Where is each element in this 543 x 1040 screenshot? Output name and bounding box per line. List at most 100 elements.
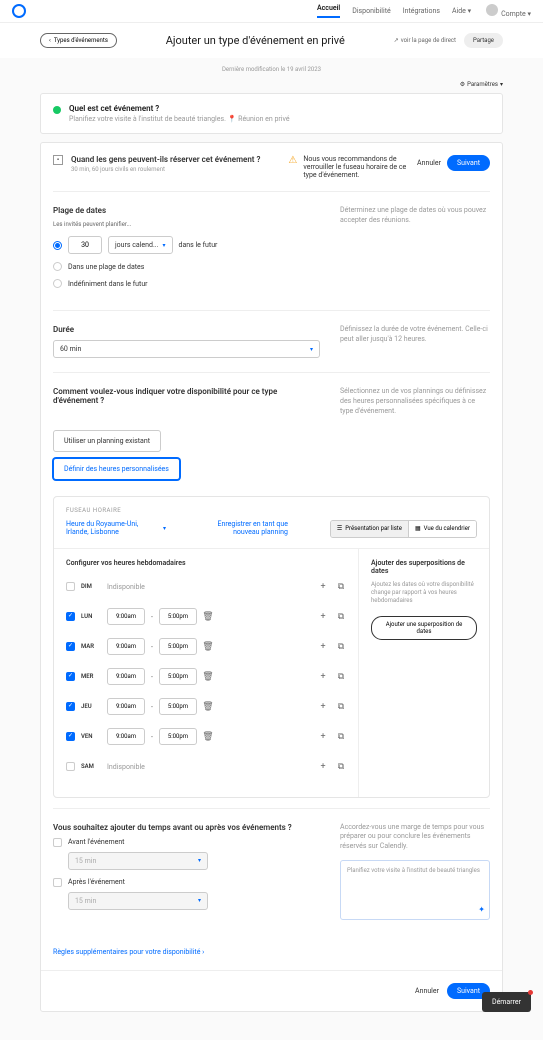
plus-icon[interactable]: + — [318, 732, 328, 742]
event-question: Quel est cet événement ? — [69, 104, 290, 113]
logo[interactable] — [12, 4, 26, 18]
start-time-input[interactable] — [107, 608, 145, 625]
day-checkbox[interactable] — [66, 702, 75, 711]
day-checkbox[interactable] — [66, 672, 75, 681]
trash-icon[interactable]: 🗑 — [203, 672, 213, 682]
start-time-input[interactable] — [107, 728, 145, 745]
copy-icon[interactable]: ⧉ — [336, 642, 346, 652]
event-summary-row[interactable]: Quel est cet événement ? Planifiez votre… — [41, 94, 502, 133]
plus-icon[interactable]: + — [318, 702, 328, 712]
day-label: MER — [81, 673, 101, 680]
plus-icon[interactable]: + — [318, 612, 328, 622]
copy-icon[interactable]: ⧉ — [336, 702, 346, 712]
trash-icon[interactable]: 🗑 — [203, 612, 213, 622]
cancel-button[interactable]: Annuler — [417, 159, 441, 167]
before-checkbox[interactable] — [53, 838, 62, 847]
trash-icon[interactable]: 🗑 — [203, 702, 213, 712]
copy-icon[interactable]: ⧉ — [336, 612, 346, 622]
view-page-link[interactable]: ↗voir la page de direct — [394, 37, 456, 44]
before-label: Avant l'événement — [68, 838, 124, 846]
list-icon: ☰ — [337, 525, 342, 532]
day-checkbox[interactable] — [66, 642, 75, 651]
event-subtitle: Planifiez votre visite à l'institut de b… — [69, 115, 290, 123]
day-label: SAM — [81, 763, 101, 770]
add-overlay-button[interactable]: Ajouter une superposition de dates — [371, 616, 477, 640]
date-range-heading: Plage de dates — [53, 206, 320, 215]
days-input[interactable] — [68, 236, 102, 254]
day-row-sam: SAM Indisponible + ⧉ — [66, 757, 346, 777]
warning-icon: ⚠ — [288, 155, 297, 166]
back-button[interactable]: ‹ Types d'événements — [40, 33, 117, 48]
end-time-input[interactable] — [159, 668, 197, 685]
day-label: JEU — [81, 703, 101, 710]
radio-rolling-days[interactable] — [53, 241, 62, 250]
copy-icon[interactable]: ⧉ — [336, 732, 346, 742]
future-label: dans le futur — [179, 241, 218, 249]
next-button[interactable]: Suivant — [447, 155, 490, 171]
page-title: Ajouter un type d'événement en privé — [117, 34, 394, 47]
nav-availability[interactable]: Disponibilité — [352, 7, 390, 15]
day-row-jeu: JEU-🗑+⧉ — [66, 697, 346, 717]
radio-date-range[interactable] — [53, 262, 62, 271]
set-custom-hours[interactable]: Définir des heures personnalisées — [53, 458, 180, 480]
panel-subtitle: 30 min, 60 jours civils en roulement — [71, 166, 260, 173]
date-range-hint: Les invités peuvent planifier... — [53, 221, 320, 228]
copy-icon[interactable]: ⧉ — [336, 582, 346, 592]
days-unit-select[interactable]: jours calend... — [108, 236, 173, 254]
footer-cancel-button[interactable]: Annuler — [415, 987, 439, 995]
unavailable-label: Indisponible — [107, 763, 312, 771]
availability-heading: Comment voulez-vous indiquer votre dispo… — [53, 387, 320, 405]
last-modified: Dernière modification le 19 avril 2023 — [0, 58, 543, 81]
use-existing-schedule[interactable]: Utiliser un planning existant — [53, 430, 161, 452]
radio-indefinite[interactable] — [53, 279, 62, 288]
trash-icon[interactable]: 🗑 — [203, 642, 213, 652]
event-color-dot — [53, 106, 61, 114]
after-duration-select[interactable]: 15 min — [68, 892, 208, 910]
timezone-select[interactable]: Heure du Royaume-Uni, Irlande, Lisbonne — [66, 520, 166, 536]
nav-account[interactable]: Compte ▾ — [483, 4, 531, 18]
end-time-input[interactable] — [159, 638, 197, 655]
share-button[interactable]: Partage — [464, 33, 503, 48]
day-label: LUN — [81, 613, 101, 620]
day-checkbox[interactable] — [66, 612, 75, 621]
note-box[interactable]: Planifiez votre visite à l'institut de b… — [340, 860, 490, 920]
overlays-heading: Ajouter des superpositions de dates — [371, 559, 477, 575]
additional-rules-link[interactable]: Règles supplémentaires pour votre dispon… — [53, 934, 490, 970]
end-time-input[interactable] — [159, 698, 197, 715]
copy-icon[interactable]: ⧉ — [336, 672, 346, 682]
settings-button[interactable]: ⚙ Paramètres ▾ — [460, 81, 503, 88]
day-checkbox[interactable] — [66, 582, 75, 591]
day-checkbox[interactable] — [66, 732, 75, 741]
list-view-button[interactable]: ☰Présentation par liste — [331, 521, 408, 536]
after-label: Après l'événement — [68, 878, 125, 886]
buffer-heading: Vous souhaitez ajouter du temps avant ou… — [53, 823, 320, 832]
day-checkbox[interactable] — [66, 762, 75, 771]
external-icon: ↗ — [394, 37, 399, 44]
end-time-input[interactable] — [159, 728, 197, 745]
date-range-desc: Déterminez une plage de dates où vous po… — [340, 206, 490, 296]
end-time-input[interactable] — [159, 608, 197, 625]
save-as-schedule-link[interactable]: Enregistrer en tant que nouveau planning — [208, 520, 288, 536]
before-duration-select[interactable]: 15 min — [68, 852, 208, 870]
calendar-view-button[interactable]: ▦Vue du calendrier — [408, 521, 476, 536]
copy-icon[interactable]: ⧉ — [336, 762, 346, 772]
duration-select[interactable]: 60 min — [53, 340, 320, 358]
nav-help[interactable]: Aide ▾ — [452, 7, 471, 15]
timezone-label: FUSEAU HORAIRE — [66, 507, 477, 514]
after-checkbox[interactable] — [53, 878, 62, 887]
nav-home[interactable]: Accueil — [317, 4, 340, 18]
chat-button[interactable]: Démarrer — [482, 992, 531, 1012]
day-row-dim: DIMIndisponible+⧉ — [66, 577, 346, 597]
plus-icon[interactable]: + — [318, 642, 328, 652]
nav-integrations[interactable]: Intégrations — [403, 7, 440, 15]
start-time-input[interactable] — [107, 638, 145, 655]
plus-icon[interactable]: + — [318, 672, 328, 682]
collapse-icon[interactable]: • — [53, 155, 63, 165]
duration-heading: Durée — [53, 325, 320, 334]
trash-icon[interactable]: 🗑 — [203, 732, 213, 742]
start-time-input[interactable] — [107, 698, 145, 715]
plus-icon[interactable]: + — [318, 582, 328, 592]
start-time-input[interactable] — [107, 668, 145, 685]
day-label: DIM — [81, 583, 101, 590]
plus-icon[interactable]: + — [318, 762, 328, 772]
